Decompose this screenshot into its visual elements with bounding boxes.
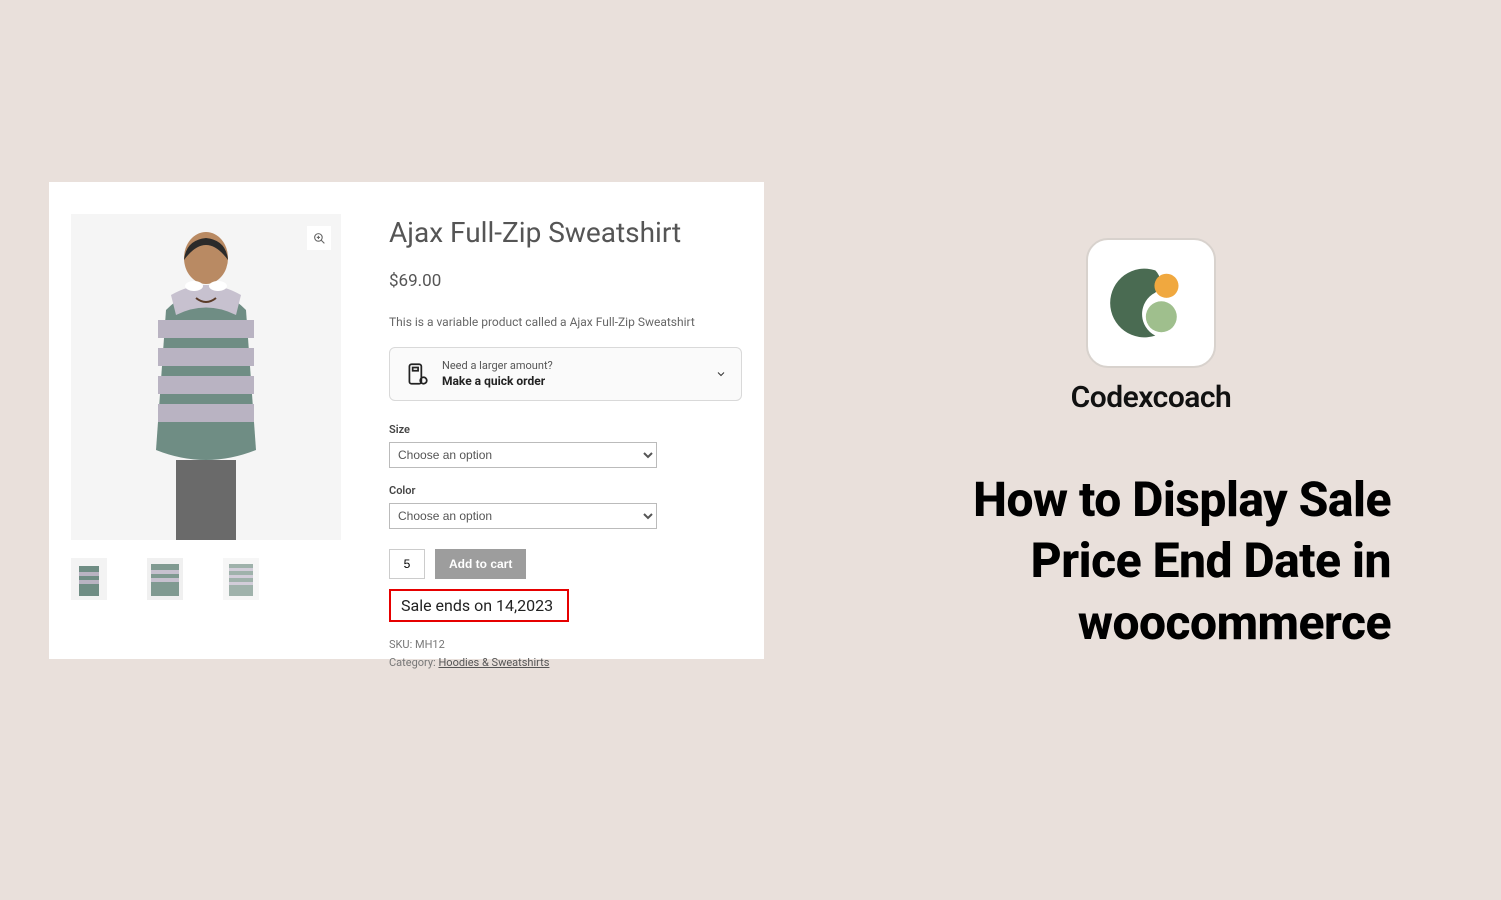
- codexcoach-logo-icon: [1108, 260, 1194, 346]
- sale-end-highlight: Sale ends on 14,2023: [389, 589, 569, 622]
- quick-order-text: Need a larger amount? Make a quick order: [442, 358, 553, 390]
- quantity-input[interactable]: [389, 549, 425, 579]
- category-link[interactable]: Hoodies & Sweatshirts: [438, 656, 549, 669]
- thumbnail-row: [71, 558, 341, 600]
- add-to-cart-button[interactable]: Add to cart: [435, 549, 526, 579]
- hero-title: How to Display Sale Price End Date in wo…: [911, 469, 1391, 653]
- thumbnail-2[interactable]: [147, 558, 183, 600]
- color-label: Color: [389, 484, 742, 497]
- product-title: Ajax Full-Zip Sweatshirt: [389, 216, 742, 249]
- brand-block: Codexcoach How to Display Sale Price End…: [911, 238, 1391, 653]
- zoom-button[interactable]: [307, 226, 331, 250]
- color-select[interactable]: Choose an option: [389, 503, 657, 529]
- quick-order-icon: [404, 361, 430, 387]
- thumb1-img: [71, 558, 107, 600]
- brand-logo: [1086, 238, 1216, 368]
- quick-order-action: Make a quick order: [442, 374, 545, 388]
- category-label: Category:: [389, 656, 438, 669]
- sku-value: MH12: [415, 638, 445, 651]
- sku-label: SKU:: [389, 638, 415, 651]
- size-label: Size: [389, 423, 742, 436]
- hero-line-1: How to Display Sale: [973, 471, 1391, 528]
- product-card-inner: Ajax Full-Zip Sweatshirt $69.00 This is …: [71, 214, 742, 671]
- thumbnail-1[interactable]: [71, 558, 107, 600]
- thumbnail-3[interactable]: [223, 558, 259, 600]
- product-card: Ajax Full-Zip Sweatshirt $69.00 This is …: [49, 182, 764, 659]
- brand-name: Codexcoach: [911, 380, 1391, 415]
- product-description: This is a variable product called a Ajax…: [389, 315, 742, 329]
- product-price: $69.00: [389, 271, 742, 291]
- hoodie-model-illustration: [126, 220, 286, 540]
- hero-line-2: Price End Date in: [1031, 532, 1391, 589]
- product-gallery: [71, 214, 341, 671]
- product-details: Ajax Full-Zip Sweatshirt $69.00 This is …: [389, 214, 742, 671]
- thumb3-img: [223, 558, 259, 600]
- cart-row: Add to cart: [389, 549, 742, 579]
- size-select[interactable]: Choose an option: [389, 442, 657, 468]
- product-meta: SKU: MH12 Category: Hoodies & Sweatshirt…: [389, 636, 742, 671]
- hero-line-3: woocommerce: [1078, 594, 1391, 651]
- quick-order-panel[interactable]: Need a larger amount? Make a quick order: [389, 347, 742, 401]
- magnify-icon: [313, 232, 326, 245]
- chevron-down-icon: [715, 368, 727, 380]
- quick-order-prompt: Need a larger amount?: [442, 359, 553, 372]
- product-main-image[interactable]: [71, 214, 341, 540]
- thumb2-img: [147, 558, 183, 600]
